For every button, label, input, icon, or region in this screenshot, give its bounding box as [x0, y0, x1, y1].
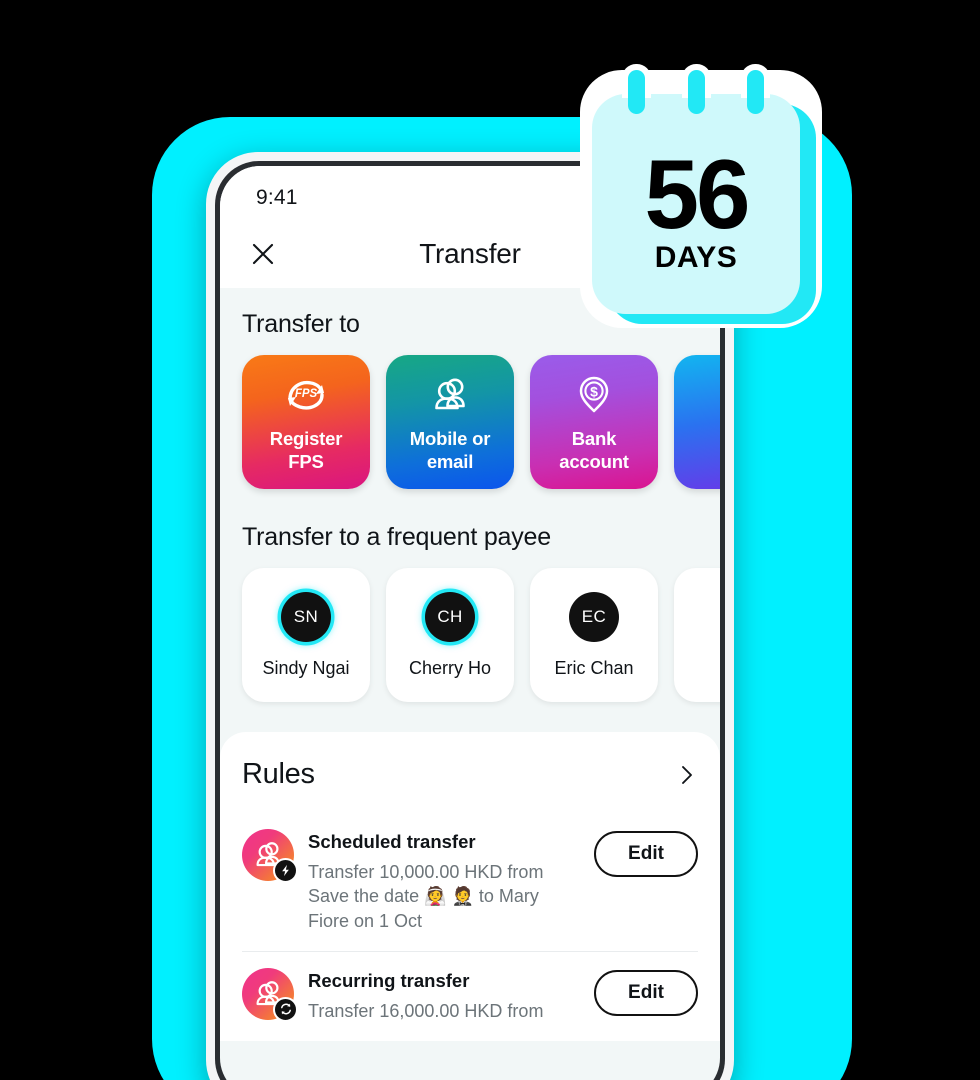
frequent-payee-section: Transfer to a frequent payee SN Sindy Ng… — [220, 523, 720, 702]
rule-title: Recurring transfer — [308, 969, 470, 991]
tile-label-line1: Register — [269, 428, 343, 449]
rule-icon-wrap — [242, 829, 298, 883]
payee-card-sindy-ngai[interactable]: SN Sindy Ngai — [242, 568, 370, 702]
lightning-bolt-icon — [273, 858, 298, 883]
tile-mobile-or-email[interactable]: Mobile or email — [386, 355, 514, 489]
people-icon — [428, 371, 472, 419]
payee-name: Cherry Ho — [408, 657, 492, 678]
tile-label: Register FPS — [269, 427, 343, 473]
tile-more-partial[interactable] — [674, 355, 720, 489]
avatar: EC — [569, 591, 619, 642]
svg-text:$: $ — [590, 383, 598, 399]
rule-text: Scheduled transfer Transfer 10,000.00 HK… — [308, 829, 580, 933]
tile-label-line2: email — [426, 451, 474, 473]
edit-button[interactable]: Edit — [594, 831, 698, 877]
status-time: 9:41 — [256, 186, 298, 209]
rule-row-recurring-transfer[interactable]: Recurring transfer Transfer 16,000.00 HK… — [242, 950, 698, 1041]
rule-description: Transfer 10,000.00 HKD from Save the dat… — [308, 862, 544, 931]
tile-label-line2: FPS — [288, 451, 324, 473]
tile-label: Bank account — [559, 427, 629, 473]
recurring-arrows-icon — [273, 996, 298, 1022]
svg-text:FPS: FPS — [295, 388, 318, 400]
tile-label-line1: Mobile or — [409, 428, 491, 449]
frequent-payee-list[interactable]: SN Sindy Ngai CH Cherry Ho EC Eric Chan — [220, 568, 720, 702]
countdown-number: 56 — [644, 138, 750, 249]
avatar: CH — [425, 591, 475, 642]
fps-logo-icon: FPS — [283, 371, 329, 419]
calendar-ring — [628, 70, 645, 114]
rules-section: Rules Scheduled transfer Transfer 10,000… — [220, 732, 720, 1042]
chevron-right-icon[interactable] — [676, 764, 698, 786]
payee-name: Sindy Ngai — [262, 657, 350, 678]
edit-button[interactable]: Edit — [594, 969, 698, 1016]
tile-register-fps[interactable]: FPS Register FPS — [242, 355, 370, 489]
avatar: SN — [281, 591, 331, 642]
countdown-unit: DAYS — [654, 241, 738, 275]
countdown-calendar-badge: 56 DAYS — [572, 58, 830, 340]
money-pin-icon: $ — [573, 371, 615, 419]
payee-card-partial[interactable] — [674, 568, 720, 702]
rule-icon-wrap — [242, 967, 298, 1022]
screenshot-stage: 9:41 Transfer Transfer to FPS Register F… — [0, 0, 980, 1080]
calendar-card: 56 DAYS — [592, 94, 800, 314]
payee-name: Eric Chan — [554, 657, 634, 678]
calendar-ring — [747, 70, 764, 114]
screen-body: Transfer to FPS Register FPS Mobile or e… — [220, 288, 720, 1042]
rule-text: Recurring transfer Transfer 16,000.00 HK… — [308, 968, 580, 1023]
frequent-payee-title: Transfer to a frequent payee — [242, 523, 551, 551]
calendar-ring — [688, 70, 705, 114]
rules-title: Rules — [242, 758, 315, 790]
rules-header[interactable]: Rules — [242, 758, 698, 791]
calendar-rings — [592, 64, 800, 120]
close-icon[interactable] — [246, 237, 280, 271]
transfer-to-tile-list[interactable]: FPS Register FPS Mobile or email $ Bank … — [220, 355, 720, 489]
tile-label-line2: account — [559, 451, 629, 473]
rule-description: Transfer 16,000.00 HKD from — [308, 1000, 544, 1021]
tile-label: Mobile or email — [409, 427, 491, 473]
payee-card-eric-chan[interactable]: EC Eric Chan — [530, 568, 658, 702]
rule-row-scheduled-transfer[interactable]: Scheduled transfer Transfer 10,000.00 HK… — [242, 813, 698, 951]
rule-title: Scheduled transfer — [308, 831, 476, 852]
tile-label-line1: Bank — [571, 428, 617, 449]
tile-bank-account[interactable]: $ Bank account — [530, 355, 658, 489]
payee-card-cherry-ho[interactable]: CH Cherry Ho — [386, 568, 514, 702]
